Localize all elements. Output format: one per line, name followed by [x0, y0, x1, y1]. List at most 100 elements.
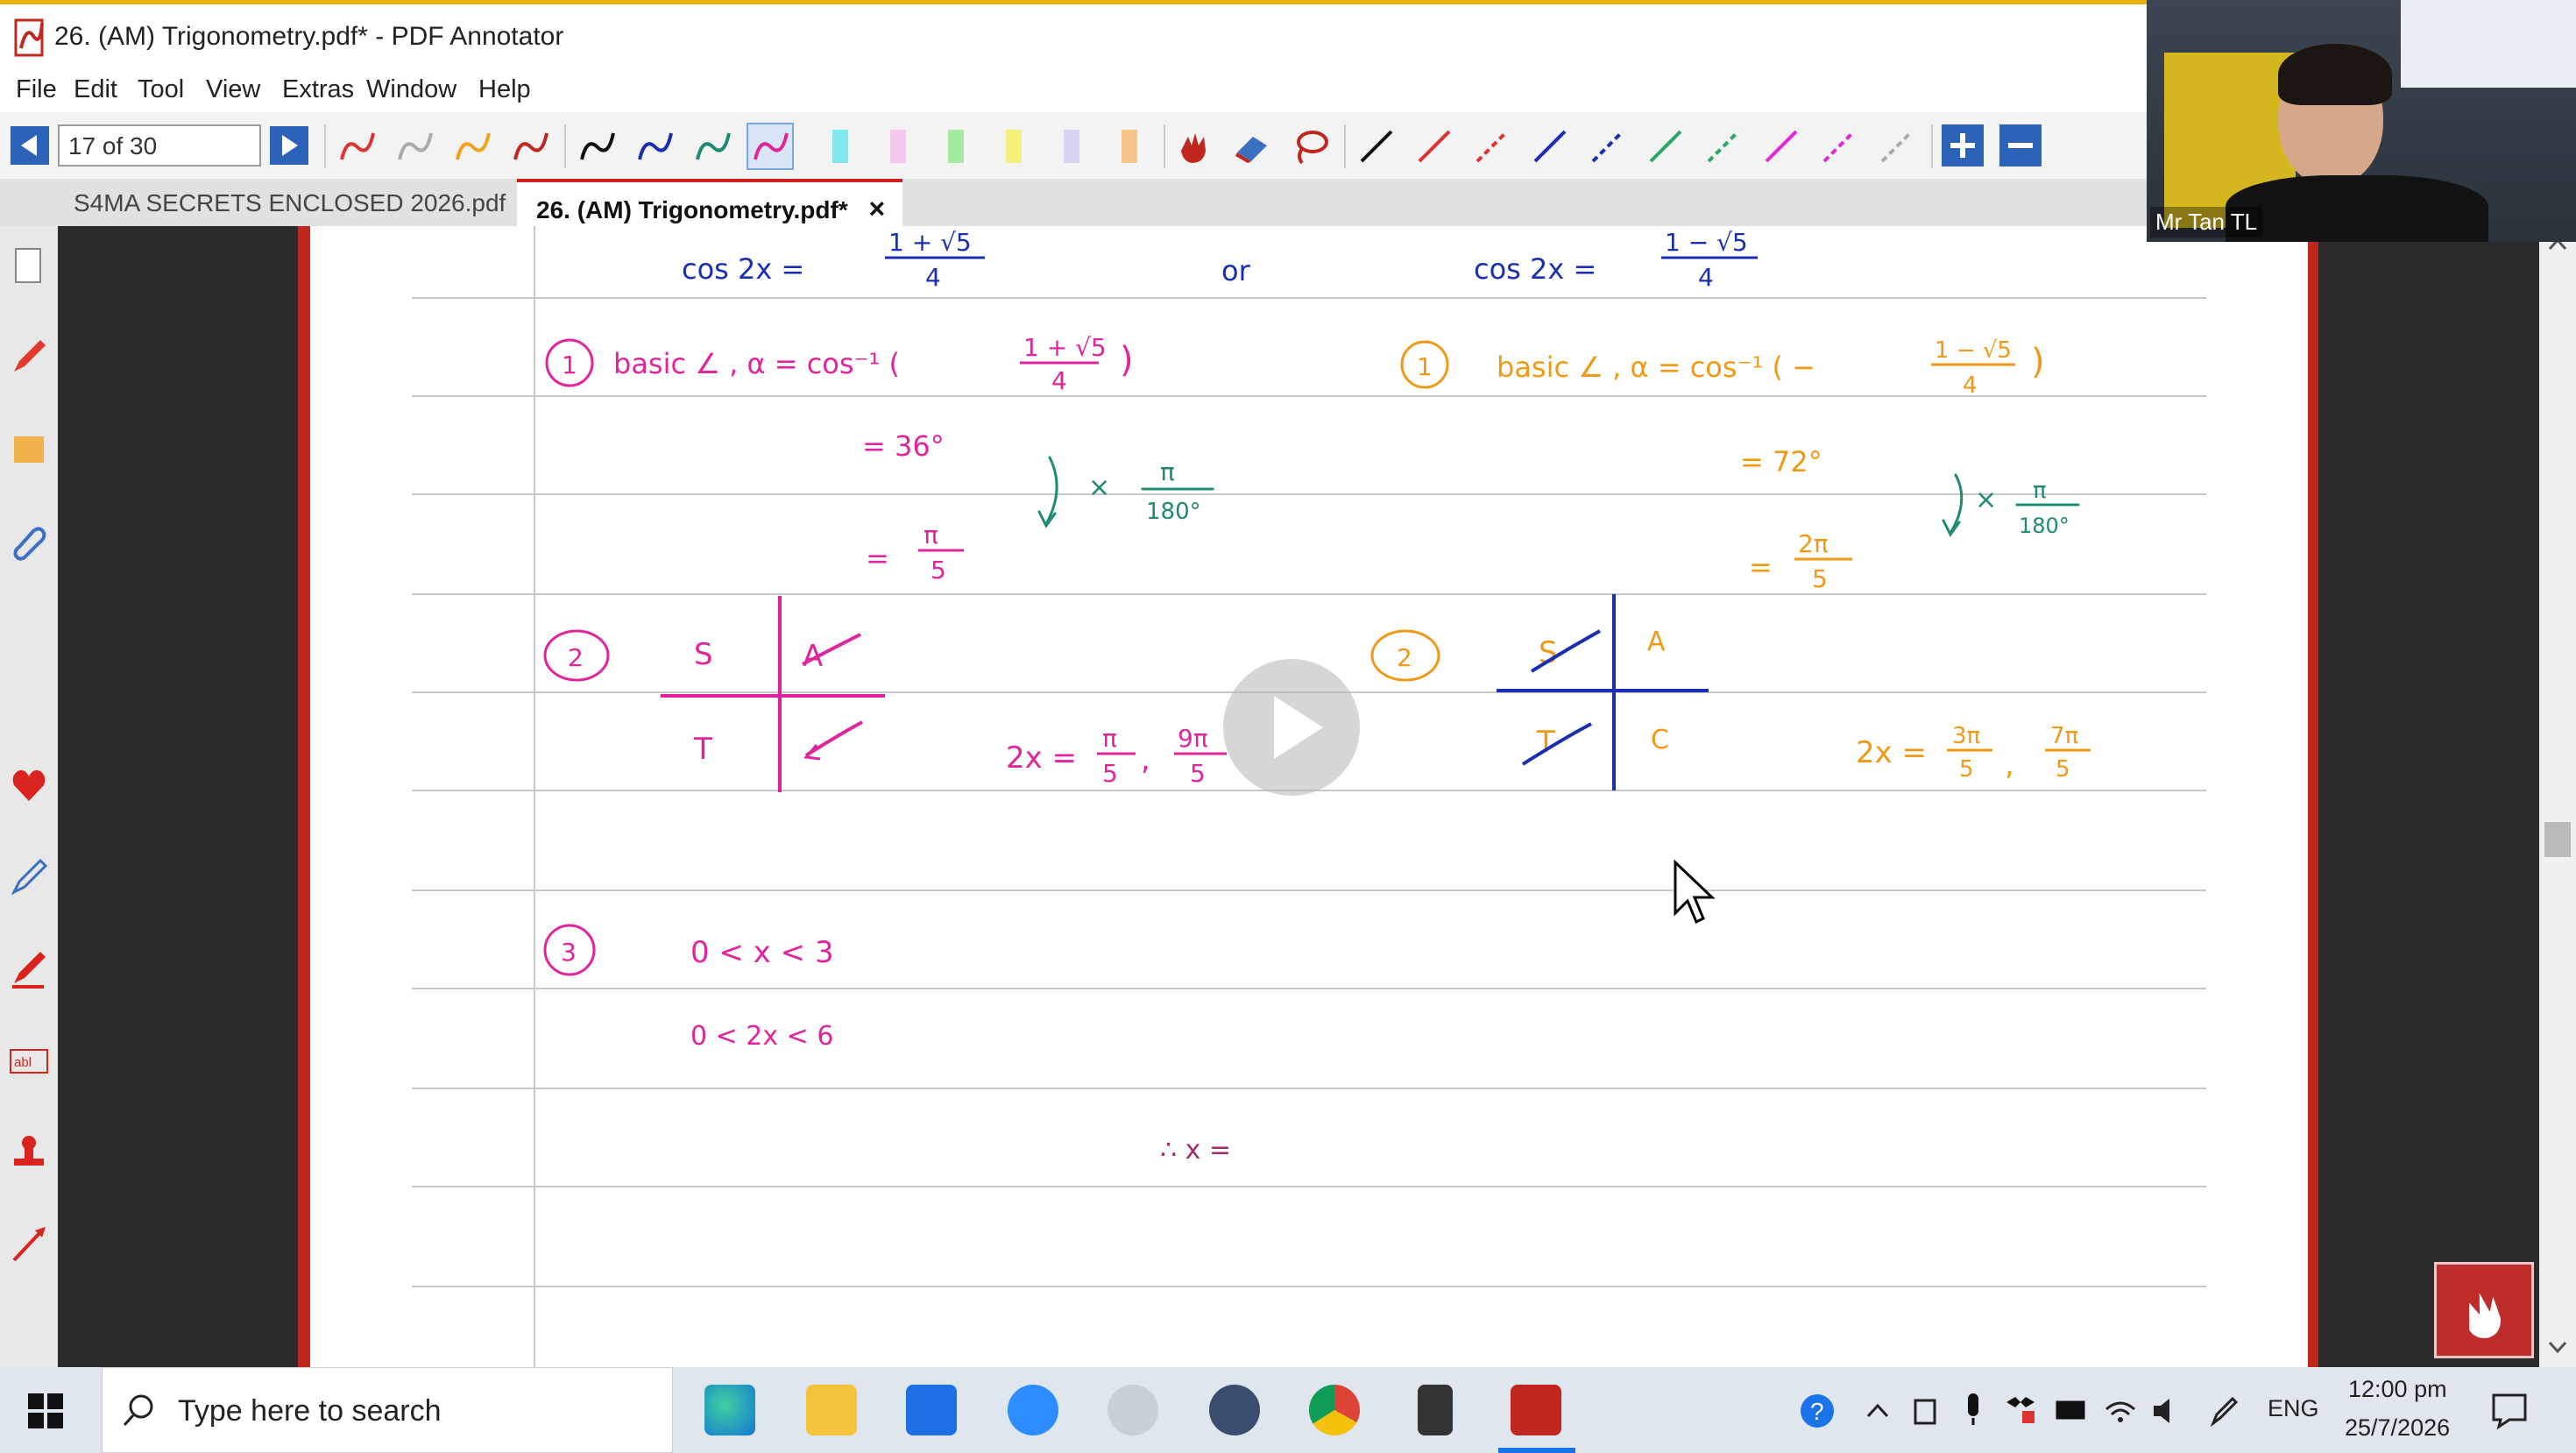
dropbox-tray-icon[interactable] [2003, 1393, 2038, 1428]
step2-right-circle: 2 [1397, 643, 1412, 672]
line-magenta-dashed-icon[interactable] [1817, 124, 1861, 168]
pen-menu-icon[interactable] [2206, 1393, 2241, 1428]
pdf-annotator-icon[interactable] [1511, 1385, 1561, 1435]
menu-extras[interactable]: Extras [282, 75, 354, 104]
line-black-icon[interactable] [1355, 124, 1398, 168]
tab-bar: S4MA SECRETS ENCLOSED 2026.pdf 26. (AM) … [0, 179, 2147, 226]
volume-icon[interactable] [2148, 1393, 2183, 1428]
chevron-up-icon[interactable] [1863, 1397, 1893, 1427]
menu-window[interactable]: Window [366, 75, 456, 104]
lasso-icon[interactable] [1288, 124, 1332, 168]
help-icon[interactable]: ? [1800, 1393, 1835, 1428]
menu-help[interactable]: Help [478, 75, 531, 104]
previous-page-button[interactable] [11, 126, 49, 165]
video-play-button[interactable] [1223, 659, 1360, 796]
tab-s4ma-secrets[interactable]: S4MA SECRETS ENCLOSED 2026.pdf [74, 179, 512, 226]
next-page-button[interactable] [270, 126, 308, 165]
pen-tool-icon[interactable] [7, 335, 51, 379]
raise-hand-button[interactable] [2434, 1262, 2534, 1358]
microphone-icon[interactable] [1957, 1392, 1989, 1427]
edge-icon[interactable] [704, 1385, 755, 1435]
pen-black-icon[interactable] [575, 124, 619, 168]
dropbox-icon[interactable] [906, 1385, 957, 1435]
pen-red-icon[interactable] [335, 124, 379, 168]
zoom-in-button[interactable] [1942, 124, 1984, 167]
clock-time[interactable]: 12:00 pm [2348, 1376, 2447, 1403]
participant-name: Mr Tan TL [2150, 207, 2263, 237]
device-icon[interactable] [1910, 1395, 1942, 1427]
notification-icon[interactable] [2490, 1392, 2529, 1430]
highlighter-cyan-icon[interactable] [818, 124, 862, 168]
whiteboard [2401, 0, 2576, 88]
line-magenta-icon[interactable] [1759, 124, 1803, 168]
conv-right-mult: × [1975, 485, 1997, 515]
pen-green-icon[interactable] [690, 124, 734, 168]
line-green-icon[interactable] [1644, 124, 1688, 168]
paperclip-icon[interactable] [7, 521, 51, 564]
line-red-dashed-icon[interactable] [1470, 124, 1514, 168]
step1-left-text: basic ∠ , α = cos⁻¹ ( [613, 347, 900, 380]
menu-file[interactable]: File [16, 75, 57, 104]
marker-pen-icon[interactable] [7, 855, 51, 899]
page-number-field[interactable]: 17 of 30 [58, 124, 261, 167]
clock-app-icon[interactable] [1108, 1385, 1158, 1435]
chrome-icon[interactable] [1309, 1385, 1360, 1435]
line-blue-icon[interactable] [1528, 124, 1572, 168]
scroll-down-icon[interactable] [2539, 1330, 2576, 1365]
eraser-icon[interactable] [1230, 124, 1274, 168]
heart-favorites-icon[interactable] [7, 762, 51, 806]
step1-left-circle: 1 [562, 351, 577, 379]
eqn-left-num: 1 + √5 [888, 228, 972, 257]
windows-start-icon[interactable] [28, 1393, 63, 1428]
calculator-icon[interactable] [1418, 1385, 1453, 1435]
hand-icon[interactable] [1172, 124, 1216, 168]
menu-edit[interactable]: Edit [74, 75, 117, 104]
line-blue-dashed-icon[interactable] [1586, 124, 1630, 168]
conv-left-num: π [1160, 457, 1175, 486]
highlighter-peach-icon[interactable] [1108, 124, 1151, 168]
file-explorer-icon[interactable] [806, 1385, 857, 1435]
highlighter-tool-icon[interactable] [7, 946, 51, 990]
scrollbar-thumb[interactable] [2544, 822, 2571, 857]
vertical-scrollbar[interactable] [2539, 226, 2576, 1367]
quad-left-s: S [694, 637, 713, 672]
zoom-out-button[interactable] [1999, 124, 2042, 167]
eqn-right-num: 1 − √5 [1665, 228, 1748, 257]
pen-pink-selected-icon[interactable] [747, 123, 794, 170]
pdf-page[interactable]: cos 2x = 1 + √5 4 or cos 2x = 1 − √5 4 1… [310, 226, 2308, 1367]
text-box-icon[interactable]: abl [7, 1039, 51, 1083]
pen-orange-icon[interactable] [450, 124, 494, 168]
menu-tool[interactable]: Tool [138, 75, 184, 104]
sticky-note-icon[interactable] [7, 428, 51, 471]
pen-grey-icon[interactable] [393, 124, 436, 168]
highlighter-yellow-icon[interactable] [992, 124, 1036, 168]
page-thumbnail-icon[interactable] [7, 244, 51, 287]
highlighter-pink-icon[interactable] [876, 124, 920, 168]
language-indicator[interactable]: ENG [2268, 1395, 2319, 1422]
arrow-tool-icon[interactable] [7, 1222, 51, 1265]
highlighter-lavender-icon[interactable] [1050, 124, 1093, 168]
search-placeholder: Type here to search [178, 1394, 442, 1428]
zoom-icon[interactable] [1008, 1385, 1058, 1435]
stamp-icon[interactable] [7, 1131, 51, 1174]
play-icon [1274, 696, 1323, 759]
previous-page-icon [21, 135, 37, 156]
ans-right-d1: 5 [1959, 756, 1974, 783]
highlighter-green-icon[interactable] [934, 124, 978, 168]
tab-trigonometry[interactable]: 26. (AM) Trigonometry.pdf* × [517, 179, 902, 226]
clock-date[interactable]: 25/7/2026 [2345, 1414, 2450, 1442]
pen-darkred-icon[interactable] [508, 124, 552, 168]
menu-view[interactable]: View [206, 75, 260, 104]
close-tab-icon[interactable]: × [869, 193, 886, 224]
minus-icon [2008, 143, 2033, 148]
pen-blue-icon[interactable] [633, 124, 676, 168]
taskbar-search[interactable]: Type here to search [102, 1367, 673, 1453]
line-green-dashed-icon[interactable] [1702, 124, 1745, 168]
wifi-icon[interactable] [2103, 1393, 2138, 1428]
battery-icon[interactable] [2054, 1393, 2089, 1428]
ans-left-d1: 5 [1102, 759, 1118, 788]
line-red-icon[interactable] [1412, 124, 1456, 168]
media-player-icon[interactable] [1209, 1385, 1260, 1435]
line-grey-dashed-icon[interactable] [1875, 124, 1919, 168]
rad-right-den: 5 [1812, 564, 1828, 593]
